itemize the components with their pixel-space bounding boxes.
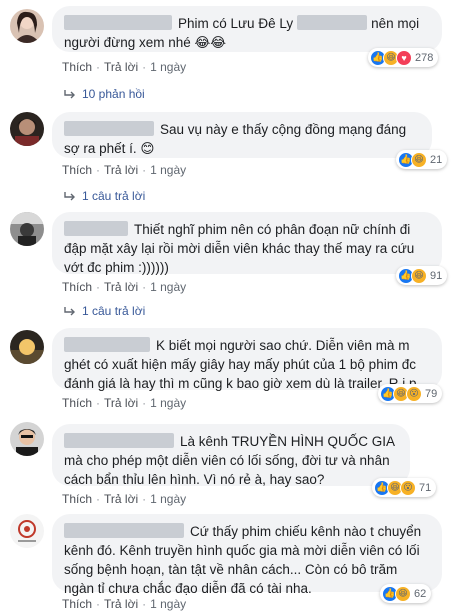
timestamp[interactable]: 1 ngày — [150, 60, 186, 74]
comment-bubble: K biết mọi người sao chứ. Diễn viên mà m… — [52, 328, 442, 391]
comment-actions: Thích · Trả lời · 1 ngày — [62, 492, 186, 506]
wow-reaction-icon: 😮 — [400, 479, 416, 496]
separator: · — [142, 396, 147, 410]
haha-reaction-icon: 😆 — [411, 267, 427, 284]
reaction-summary[interactable]: 👍 😆 😮 79 — [378, 384, 443, 403]
timestamp[interactable]: 1 ngày — [150, 597, 186, 611]
like-link[interactable]: Thích — [62, 492, 92, 506]
reaction-summary[interactable]: 👍 😆 91 — [396, 266, 448, 285]
comment-bubble: Là kênh TRUYỀN HÌNH QUỐC GIA mà cho phép… — [52, 424, 410, 487]
author-name-redacted[interactable] — [64, 15, 172, 30]
author-name-redacted[interactable] — [64, 523, 184, 538]
separator: · — [142, 280, 147, 294]
reply-arrow-icon — [64, 307, 75, 316]
timestamp[interactable]: 1 ngày — [150, 280, 186, 294]
timestamp[interactable]: 1 ngày — [150, 163, 186, 177]
replies-count[interactable]: 1 câu trả lời — [82, 304, 145, 318]
timestamp[interactable]: 1 ngày — [150, 396, 186, 410]
avatar[interactable] — [10, 9, 44, 43]
haha-reaction-icon: 😆 — [395, 585, 411, 602]
replies-count[interactable]: 10 phản hồi — [82, 87, 145, 101]
separator: · — [96, 280, 101, 294]
comment-bubble: Cứ thấy phim chiếu kênh nào t chuyển kên… — [52, 514, 442, 596]
author-name-redacted[interactable] — [64, 433, 174, 448]
like-link[interactable]: Thích — [62, 163, 92, 177]
like-link[interactable]: Thích — [62, 60, 92, 74]
separator: · — [96, 396, 101, 410]
avatar[interactable] — [10, 422, 44, 456]
love-reaction-icon: ♥ — [396, 49, 412, 66]
comment-actions: Thích · Trả lời · 1 ngày — [62, 163, 186, 177]
reply-link[interactable]: Trả lời — [104, 597, 138, 611]
wow-reaction-icon: 😮 — [406, 385, 422, 402]
comment-actions: Thích · Trả lời · 1 ngày — [62, 396, 186, 410]
reaction-count: 91 — [430, 269, 443, 282]
like-link[interactable]: Thích — [62, 597, 92, 611]
replies-count[interactable]: 1 câu trả lời — [82, 189, 145, 203]
author-name-redacted[interactable] — [64, 221, 128, 236]
haha-reaction-icon: 😆 — [411, 151, 427, 168]
reply-link[interactable]: Trả lời — [104, 396, 138, 410]
reaction-summary[interactable]: 👍 😆 21 — [396, 150, 448, 169]
reaction-count: 21 — [430, 153, 443, 166]
view-replies-link[interactable]: 10 phản hồi — [64, 87, 145, 101]
comment-text-start: Phim có Lưu Đê Ly — [178, 16, 294, 31]
reaction-summary[interactable]: 👍 😆 ♥ 278 — [368, 48, 439, 67]
reply-arrow-icon — [64, 192, 75, 201]
reply-arrow-icon — [64, 90, 75, 99]
reply-link[interactable]: Trả lời — [104, 492, 138, 506]
author-name-redacted[interactable] — [64, 121, 154, 136]
reaction-count: 71 — [419, 481, 432, 494]
separator: · — [96, 597, 101, 611]
reaction-count: 79 — [425, 387, 438, 400]
like-link[interactable]: Thích — [62, 396, 92, 410]
comment-actions: Thích · Trả lời · 1 ngày — [62, 280, 186, 294]
separator: · — [142, 597, 147, 611]
reply-link[interactable]: Trả lời — [104, 280, 138, 294]
reply-link[interactable]: Trả lời — [104, 60, 138, 74]
view-replies-link[interactable]: 1 câu trả lời — [64, 304, 145, 318]
author-name-redacted[interactable] — [64, 337, 150, 352]
reaction-count: 278 — [415, 51, 434, 64]
comment-actions: Thích · Trả lời · 1 ngày — [62, 60, 186, 74]
avatar[interactable] — [10, 112, 44, 146]
redacted-text — [297, 15, 368, 30]
comment-bubble: Thiết nghĩ phim nên có phân đoạn nữ chín… — [52, 212, 442, 275]
separator: · — [142, 163, 147, 177]
timestamp[interactable]: 1 ngày — [150, 492, 186, 506]
like-link[interactable]: Thích — [62, 280, 92, 294]
comment-actions: Thích · Trả lời · 1 ngày — [62, 597, 186, 611]
avatar[interactable] — [10, 212, 44, 246]
reply-link[interactable]: Trả lời — [104, 163, 138, 177]
separator: · — [96, 492, 101, 506]
view-replies-link[interactable]: 1 câu trả lời — [64, 189, 145, 203]
avatar[interactable] — [10, 330, 44, 364]
separator: · — [96, 163, 101, 177]
reaction-count: 62 — [414, 587, 427, 600]
avatar[interactable] — [10, 514, 44, 548]
separator: · — [96, 60, 101, 74]
separator: · — [142, 492, 147, 506]
separator: · — [142, 60, 147, 74]
comment-bubble: Sau vụ này e thấy cộng đồng mạng đáng sợ… — [52, 112, 432, 158]
comment-bubble: Phim có Lưu Đê Ly nên mọi người đừng xem … — [52, 6, 442, 52]
reaction-summary[interactable]: 👍 😆 62 — [380, 584, 432, 603]
reaction-summary[interactable]: 👍 😆 😮 71 — [372, 478, 437, 497]
